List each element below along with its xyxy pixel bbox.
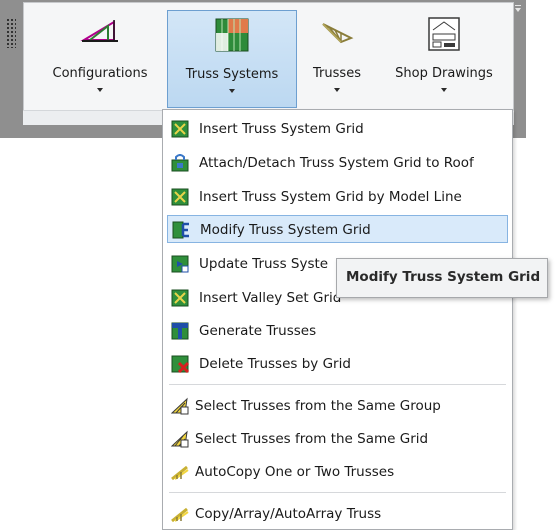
menu-item-insert-grid-by-model-line[interactable]: Insert Truss System Grid by Model Line <box>167 183 508 211</box>
menu-item-label: Modify Truss System Grid <box>200 222 371 238</box>
menu-item-attach-detach-grid[interactable]: Attach/Detach Truss System Grid to Roof <box>167 149 508 177</box>
menu-item-label: Select Trusses from the Same Grid <box>195 431 429 447</box>
copy-array-icon <box>171 507 189 523</box>
configurations-button[interactable]: Configurations <box>37 10 163 108</box>
menu-item-select-same-group[interactable]: Select Trusses from the Same Group <box>167 392 508 420</box>
autocopy-icon <box>171 465 189 481</box>
chevron-down-icon <box>334 88 340 92</box>
shop-drawings-button[interactable]: Shop Drawings <box>382 10 506 108</box>
menu-item-label: Select Trusses from the Same Group <box>195 398 441 414</box>
menu-item-copy-array-truss[interactable]: Copy/Array/AutoArray Truss <box>167 500 508 528</box>
select-grid-icon <box>171 430 189 448</box>
chevron-down-icon <box>97 88 103 92</box>
shop-drawing-sheet-icon <box>428 17 460 51</box>
menu-item-generate-trusses[interactable]: Generate Trusses <box>167 317 508 345</box>
menu-item-delete-trusses-by-grid[interactable]: Delete Trusses by Grid <box>167 350 508 378</box>
menu-item-label: Insert Truss System Grid by Model Line <box>199 189 462 205</box>
configurations-label: Configurations <box>52 66 148 81</box>
trusses-button[interactable]: Trusses <box>301 10 373 108</box>
menu-item-label: AutoCopy One or Two Trusses <box>195 464 395 480</box>
tooltip: Modify Truss System Grid <box>336 258 548 298</box>
menu-item-label: Attach/Detach Truss System Grid to Roof <box>199 155 474 171</box>
menu-item-insert-truss-system-grid[interactable]: Insert Truss System Grid <box>167 115 508 143</box>
menu-item-label: Insert Truss System Grid <box>199 121 364 137</box>
chevron-down-icon <box>441 88 447 92</box>
select-group-icon <box>171 397 189 415</box>
truss-systems-dropdown-menu: Insert Truss System Grid Attach/Detach T… <box>162 109 513 530</box>
roof-configuration-icon <box>80 20 118 42</box>
truss-icon <box>322 23 354 44</box>
menu-item-label: Insert Valley Set Grid <box>199 290 342 306</box>
menu-separator <box>169 384 506 385</box>
modify-grid-icon <box>172 221 189 239</box>
menu-item-label: Delete Trusses by Grid <box>199 356 351 372</box>
menu-item-label: Update Truss Syste <box>199 256 329 272</box>
menu-item-select-same-grid[interactable]: Select Trusses from the Same Grid <box>167 425 508 453</box>
panel-options-icon[interactable] <box>514 5 522 13</box>
menu-item-label: Copy/Array/AutoArray Truss <box>195 506 382 522</box>
menu-item-autocopy-trusses[interactable]: AutoCopy One or Two Trusses <box>167 458 508 486</box>
ribbon-grip-handle[interactable] <box>6 18 16 48</box>
attach-grid-icon <box>171 154 189 172</box>
truss-systems-label: Truss Systems <box>185 67 279 82</box>
valley-set-grid-icon <box>171 289 189 307</box>
chevron-down-icon <box>229 89 235 93</box>
insert-grid-model-line-icon <box>171 188 189 206</box>
delete-trusses-icon <box>171 355 189 373</box>
menu-item-modify-truss-system-grid[interactable]: Modify Truss System Grid <box>167 215 508 243</box>
truss-system-grid-icon <box>215 18 249 52</box>
generate-trusses-icon <box>171 322 189 340</box>
trusses-label: Trusses <box>313 66 361 81</box>
menu-separator <box>169 492 506 493</box>
update-grid-icon <box>171 255 189 273</box>
shop-drawings-label: Shop Drawings <box>395 66 493 81</box>
truss-systems-button[interactable]: Truss Systems <box>167 10 297 108</box>
insert-grid-icon <box>171 120 189 138</box>
menu-item-label: Generate Trusses <box>199 323 317 339</box>
